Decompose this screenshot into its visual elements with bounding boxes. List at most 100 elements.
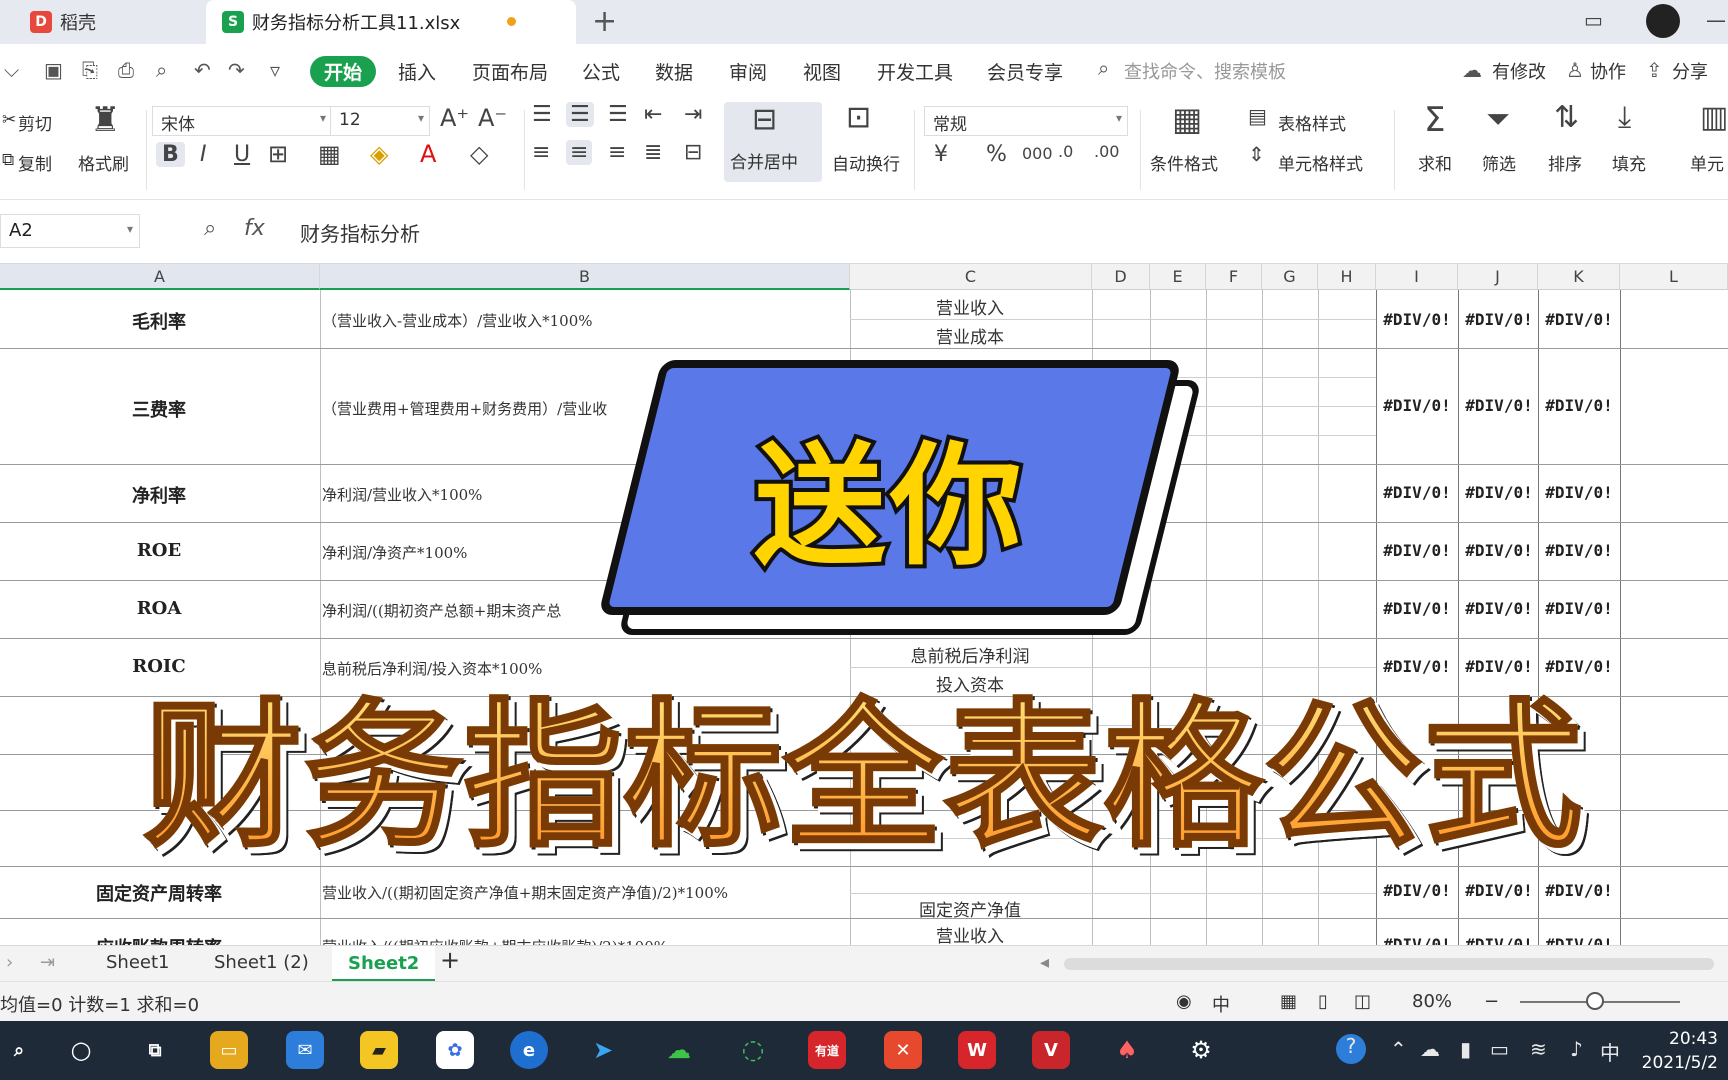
- metric-name[interactable]: 三费率: [0, 396, 318, 422]
- cortana-icon[interactable]: ○: [62, 1031, 100, 1069]
- indent-decrease-icon[interactable]: ⇤: [644, 102, 662, 127]
- col-header-d[interactable]: D: [1092, 264, 1150, 290]
- error-cell[interactable]: #DIV/0!: [1460, 935, 1538, 945]
- error-cell[interactable]: #DIV/0!: [1540, 599, 1618, 618]
- error-cell[interactable]: #DIV/0!: [1460, 881, 1538, 900]
- align-left-icon[interactable]: ≡: [532, 140, 550, 165]
- normal-view-icon[interactable]: ▦: [1280, 991, 1297, 1012]
- align-right-icon[interactable]: ≡: [608, 140, 626, 165]
- menu-tab-member[interactable]: 会员专享: [987, 58, 1063, 85]
- modified-status[interactable]: 有修改: [1492, 58, 1546, 84]
- eye-protect-icon[interactable]: ◉: [1176, 991, 1192, 1012]
- add-sheet-button[interactable]: +: [440, 946, 460, 974]
- new-tab-button[interactable]: +: [592, 4, 617, 39]
- wechat-icon[interactable]: ☁: [660, 1031, 698, 1069]
- scroll-left-icon[interactable]: ◂: [1040, 952, 1049, 973]
- font-shrink-icon[interactable]: A⁻: [478, 104, 507, 132]
- metric-item[interactable]: 营业收入: [850, 294, 1090, 319]
- metric-name[interactable]: 应收账款周转率: [0, 934, 318, 945]
- fill-button[interactable]: 填充: [1612, 150, 1646, 175]
- col-header-i[interactable]: I: [1376, 264, 1458, 290]
- error-cell[interactable]: #DIV/0!: [1540, 541, 1618, 560]
- metric-name[interactable]: 固定资产周转率: [0, 880, 318, 906]
- number-format-select[interactable]: 常规 ▾: [924, 106, 1128, 136]
- col-header-g[interactable]: G: [1262, 264, 1318, 290]
- italic-icon[interactable]: I: [200, 142, 207, 167]
- battery-icon[interactable]: ▭: [1490, 1037, 1509, 1061]
- menu-tab-data[interactable]: 数据: [655, 58, 693, 85]
- decimal-decrease-icon[interactable]: .00: [1094, 142, 1119, 161]
- error-cell[interactable]: #DIV/0!: [1460, 657, 1538, 676]
- sheet-tab-sheet1[interactable]: Sheet1: [106, 952, 170, 973]
- redo-icon[interactable]: ↷: [228, 58, 245, 82]
- sheet-tab-sheet2[interactable]: Sheet2: [332, 946, 436, 982]
- bold-icon[interactable]: B: [156, 142, 185, 167]
- zoom-level[interactable]: 80%: [1412, 991, 1452, 1012]
- align-center-icon[interactable]: ≡: [566, 140, 593, 165]
- error-cell[interactable]: #DIV/0!: [1540, 396, 1618, 415]
- cell-button[interactable]: 单元: [1690, 150, 1724, 175]
- font-color-icon[interactable]: A: [420, 140, 436, 168]
- zoom-slider-handle[interactable]: [1586, 992, 1604, 1010]
- last-sheet-icon[interactable]: ⇥: [40, 952, 55, 973]
- menu-chevron-icon[interactable]: ⌵: [4, 58, 19, 82]
- save-icon[interactable]: ▣: [44, 58, 63, 82]
- search-icon[interactable]: ⌕: [1098, 56, 1109, 80]
- menu-tab-view[interactable]: 视图: [803, 58, 841, 85]
- wps-writer-icon[interactable]: W: [958, 1031, 996, 1069]
- share-button[interactable]: 分享: [1672, 58, 1708, 84]
- align-middle-icon[interactable]: ☰: [566, 102, 594, 127]
- error-cell[interactable]: #DIV/0!: [1378, 396, 1456, 415]
- volume-icon[interactable]: ♪: [1570, 1037, 1583, 1061]
- merge-center-button[interactable]: ⊟ 合并居中: [724, 102, 822, 182]
- formula-input[interactable]: 财务指标分析: [282, 214, 1722, 248]
- menu-tab-formula[interactable]: 公式: [582, 58, 620, 85]
- print-icon[interactable]: ⎙: [118, 58, 134, 82]
- col-header-l[interactable]: L: [1620, 264, 1728, 290]
- metric-name[interactable]: ROIC: [0, 656, 318, 677]
- error-cell[interactable]: #DIV/0!: [1460, 310, 1538, 329]
- col-header-b[interactable]: B: [320, 264, 850, 290]
- wrap-text-button[interactable]: 自动换行: [832, 150, 900, 175]
- sort-button[interactable]: 排序: [1548, 150, 1582, 175]
- wps-app-icon[interactable]: V: [1032, 1031, 1070, 1069]
- col-header-f[interactable]: F: [1206, 264, 1262, 290]
- error-cell[interactable]: #DIV/0!: [1460, 541, 1538, 560]
- font-name-select[interactable]: 宋体 ▾: [152, 106, 332, 136]
- metric-name[interactable]: 净利率: [0, 482, 318, 508]
- edge-icon[interactable]: e: [510, 1031, 548, 1069]
- loading-app-icon[interactable]: ◌: [734, 1031, 772, 1069]
- distribute-icon[interactable]: ⊟: [684, 140, 702, 165]
- page-layout-view-icon[interactable]: ▯: [1318, 991, 1328, 1012]
- conditional-format-button[interactable]: 条件格式: [1150, 150, 1218, 175]
- search-icon[interactable]: ⌕: [0, 1031, 38, 1069]
- tab-file[interactable]: S 财务指标分析工具11.xlsx: [206, 0, 576, 44]
- menu-tab-start[interactable]: 开始: [310, 56, 377, 87]
- justify-icon[interactable]: ≣: [644, 140, 662, 165]
- error-cell[interactable]: #DIV/0!: [1540, 657, 1618, 676]
- format-painter-button[interactable]: 格式刷: [78, 150, 129, 175]
- xmind-icon[interactable]: ✕: [884, 1031, 922, 1069]
- prev-sheet-icon[interactable]: ›: [6, 952, 13, 973]
- error-cell[interactable]: #DIV/0!: [1378, 483, 1456, 502]
- sum-button[interactable]: 求和: [1418, 150, 1452, 175]
- error-cell[interactable]: #DIV/0!: [1540, 310, 1618, 329]
- col-header-h[interactable]: H: [1318, 264, 1376, 290]
- col-header-j[interactable]: J: [1458, 264, 1538, 290]
- align-bottom-icon[interactable]: ☰: [608, 102, 628, 127]
- error-cell[interactable]: #DIV/0!: [1378, 541, 1456, 560]
- menu-tab-review[interactable]: 审阅: [729, 58, 767, 85]
- currency-icon[interactable]: ¥: [934, 142, 948, 167]
- clear-format-icon[interactable]: ◇: [470, 140, 488, 168]
- align-top-icon[interactable]: ☰: [532, 102, 552, 127]
- menu-tab-insert[interactable]: 插入: [398, 58, 436, 85]
- metric-name[interactable]: ROA: [0, 598, 318, 619]
- error-cell[interactable]: #DIV/0!: [1460, 396, 1538, 415]
- wifi-icon[interactable]: ≋: [1530, 1037, 1547, 1061]
- page-break-view-icon[interactable]: ◫: [1354, 991, 1371, 1012]
- copy-button[interactable]: 复制: [18, 150, 52, 175]
- cell-style-button[interactable]: 单元格样式: [1278, 150, 1363, 175]
- error-cell[interactable]: #DIV/0!: [1460, 483, 1538, 502]
- avatar[interactable]: [1646, 4, 1680, 38]
- quick-access-more-icon[interactable]: ▿: [270, 58, 280, 82]
